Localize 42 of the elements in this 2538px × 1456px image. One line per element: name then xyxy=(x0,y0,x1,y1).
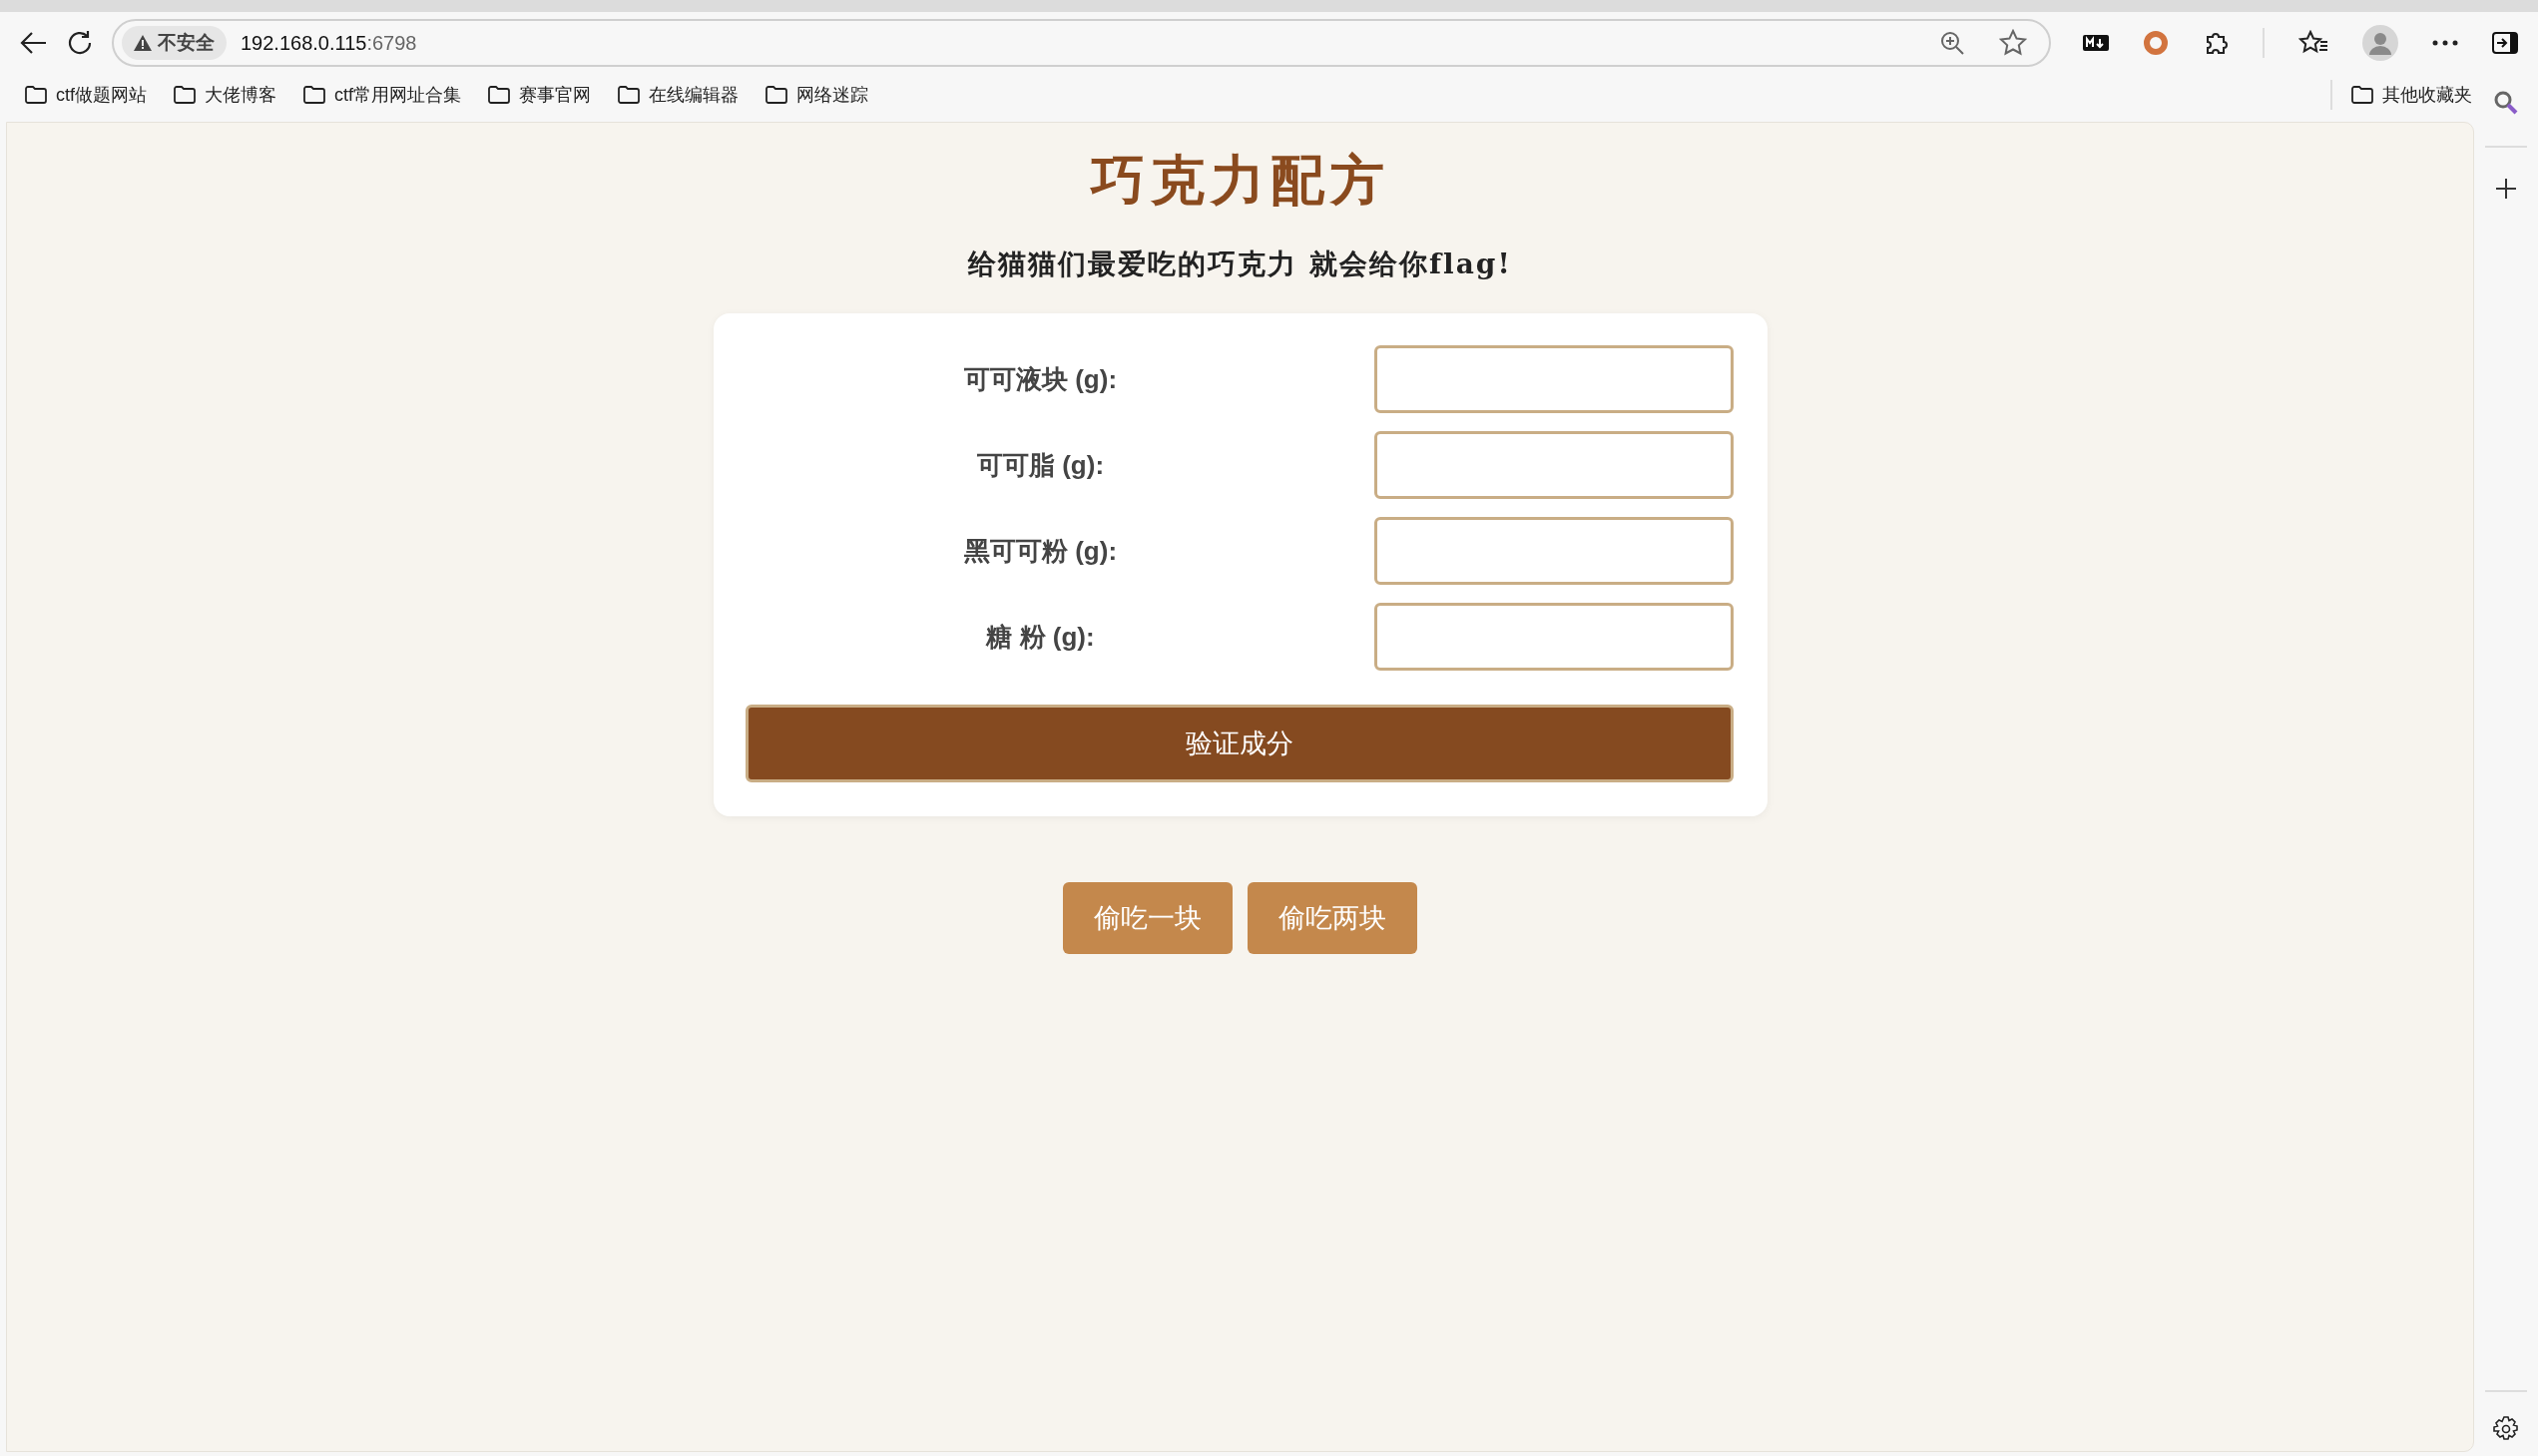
plus-icon[interactable] xyxy=(2495,178,2517,200)
url-text: 192.168.0.115:6798 xyxy=(241,31,417,55)
bookmark-item[interactable]: 网络迷踪 xyxy=(762,79,871,111)
favorites-star-icon[interactable] xyxy=(2298,30,2328,56)
zoom-in-icon[interactable] xyxy=(1939,30,1965,56)
ring-icon[interactable] xyxy=(2143,30,2169,56)
back-arrow-icon[interactable] xyxy=(20,31,48,55)
reload-icon[interactable] xyxy=(66,29,94,57)
input-field[interactable] xyxy=(1373,517,1734,585)
folder-icon xyxy=(764,85,789,105)
settings-icon[interactable] xyxy=(2493,1416,2519,1442)
folder-icon xyxy=(24,85,48,105)
search-icon[interactable] xyxy=(2493,90,2519,116)
input-field[interactable] xyxy=(1373,603,1734,671)
input-field[interactable] xyxy=(1373,345,1734,413)
field-label: 黑可可粉 (g): xyxy=(962,534,1119,568)
verify-button[interactable]: 验证成分 xyxy=(745,705,1734,782)
page-subtitle: 给猫猫们最爱吃的巧克力 就会给你flag! xyxy=(968,246,1512,282)
field-label: 糖 粉 (g): xyxy=(984,620,1096,654)
input-field[interactable] xyxy=(1373,431,1734,499)
markdown-icon[interactable] xyxy=(2083,35,2109,51)
folder-icon xyxy=(2350,85,2374,105)
bookmark-item[interactable]: 其他收藏夹 xyxy=(2348,79,2474,111)
bookmark-item[interactable]: ctf做题网站 xyxy=(22,79,149,111)
bookmark-item[interactable]: 在线编辑器 xyxy=(615,79,742,111)
address-bar[interactable]: 不安全 192.168.0.115:6798 xyxy=(112,19,2051,67)
folder-icon xyxy=(617,85,642,105)
bookmark-item[interactable]: 大佬博客 xyxy=(171,79,278,111)
star-icon[interactable] xyxy=(1999,29,2027,57)
more-icon[interactable] xyxy=(2432,40,2458,46)
bookmark-item[interactable]: 赛事官网 xyxy=(485,79,594,111)
folder-icon xyxy=(173,85,197,105)
warning-icon xyxy=(134,35,152,51)
avatar-icon[interactable] xyxy=(2362,25,2398,61)
bookmark-item[interactable]: ctf常用网址合集 xyxy=(300,79,464,111)
page-title: 巧克力配方 xyxy=(1090,147,1390,214)
folder-icon xyxy=(302,85,326,105)
security-badge[interactable]: 不安全 xyxy=(122,26,227,60)
folder-icon xyxy=(487,85,512,105)
sidebar-toggle-icon[interactable] xyxy=(2492,32,2518,54)
field-label: 可可脂 (g): xyxy=(975,448,1106,482)
field-label: 可可液块 (g): xyxy=(962,362,1119,396)
